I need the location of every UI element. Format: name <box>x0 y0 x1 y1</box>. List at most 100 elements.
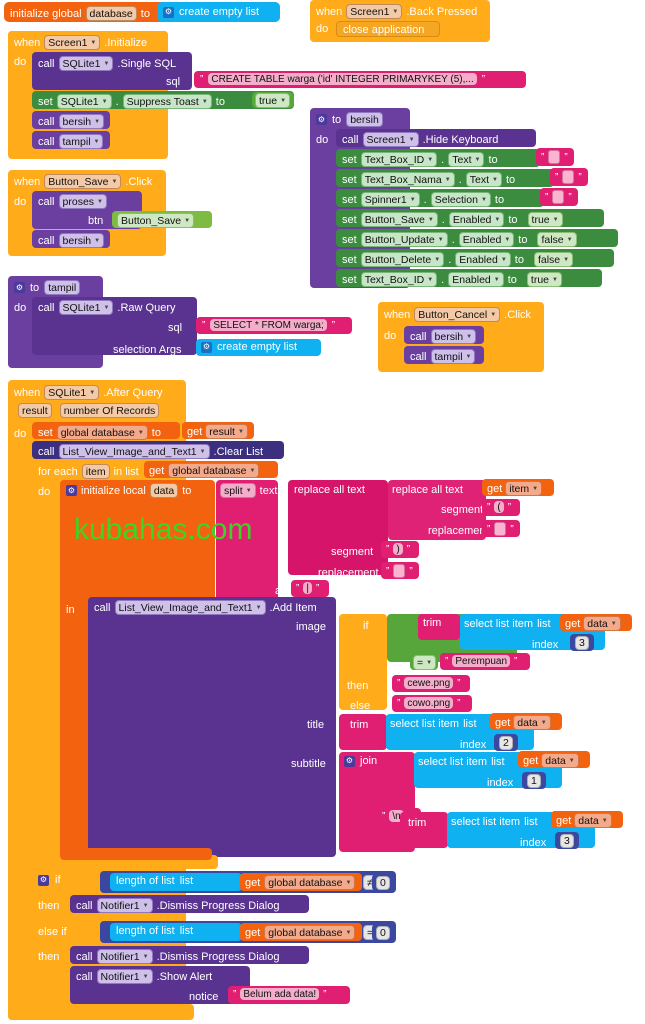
procedure-dropdown-bersih[interactable]: bersih ▼ <box>58 114 105 129</box>
empty-text-field[interactable] <box>548 150 561 164</box>
procedure-name-field[interactable]: bersih <box>346 112 383 127</box>
block-get-global-database-1[interactable]: get global database ▼ <box>144 461 278 478</box>
chevron-down-icon[interactable]: ▼ <box>494 217 500 223</box>
chevron-down-icon[interactable]: ▼ <box>111 179 117 185</box>
block-text-empty-inner[interactable]: ”” <box>482 520 520 537</box>
component-dropdown[interactable]: Text_Box_ID ▼ <box>360 152 438 167</box>
chevron-down-icon[interactable]: ▼ <box>602 818 608 824</box>
mutator-gear-icon[interactable]: ⚙ <box>316 114 327 125</box>
block-get-data-title[interactable]: get data ▼ <box>490 713 562 730</box>
block-text-empty-outer[interactable]: ”” <box>381 562 419 579</box>
blocks-canvas[interactable]: initialize global database to ⚙ create e… <box>0 0 645 1024</box>
segment-text-field[interactable]: ( <box>494 501 504 513</box>
number-value[interactable]: 0 <box>376 876 390 890</box>
property-dropdown[interactable]: Text ▼ <box>448 152 485 167</box>
variable-dropdown-global-database[interactable]: global database ▼ <box>264 925 356 940</box>
block-get-global-database-2[interactable]: get global database ▼ <box>240 873 362 891</box>
chevron-down-icon[interactable]: ▼ <box>445 177 451 183</box>
mutator-gear-icon[interactable]: ⚙ <box>163 6 174 18</box>
chevron-down-icon[interactable]: ▼ <box>409 137 415 143</box>
block-number-2-title[interactable]: 2 <box>494 734 518 751</box>
logic-dropdown-false[interactable]: false ▼ <box>537 232 577 247</box>
block-number-3-sub[interactable]: 3 <box>555 832 579 849</box>
variable-dropdown-global-database[interactable]: global database ▼ <box>168 463 260 478</box>
chevron-down-icon[interactable]: ▼ <box>466 354 472 360</box>
procedure-name-field[interactable]: tampil <box>44 280 81 295</box>
component-dropdown-button-cancel[interactable]: Button_Cancel ▼ <box>414 307 501 322</box>
chevron-down-icon[interactable]: ▼ <box>567 237 573 243</box>
component-dropdown-notifier1[interactable]: Notifier1 ▼ <box>96 949 153 964</box>
block-length-of-list-2[interactable]: length of list list <box>110 923 242 941</box>
chevron-down-icon[interactable]: ▼ <box>504 237 510 243</box>
chevron-down-icon[interactable]: ▼ <box>552 277 558 283</box>
block-number-zero-1[interactable]: 0 <box>372 874 394 891</box>
property-dropdown[interactable]: Enabled ▼ <box>448 212 505 227</box>
param-result[interactable]: result <box>18 403 52 418</box>
component-dropdown-listview[interactable]: List_View_Image_and_Text1 ▼ <box>114 600 266 615</box>
variable-dropdown-item[interactable]: item ▼ <box>505 481 543 496</box>
chevron-down-icon[interactable]: ▼ <box>249 468 255 474</box>
block-get-data-sub2[interactable]: get data ▼ <box>551 811 623 828</box>
chevron-down-icon[interactable]: ▼ <box>143 974 149 980</box>
block-text-select-sql[interactable]: ” SELECT * FROM warga; ” <box>196 317 352 334</box>
chevron-down-icon[interactable]: ▼ <box>103 61 109 67</box>
chevron-down-icon[interactable]: ▼ <box>238 429 244 435</box>
chevron-down-icon[interactable]: ▼ <box>501 257 507 263</box>
component-dropdown-notifier1[interactable]: Notifier1 ▼ <box>96 898 153 913</box>
procedure-dropdown-tampil[interactable]: tampil ▼ <box>430 349 476 364</box>
chevron-down-icon[interactable]: ▼ <box>103 305 109 311</box>
component-dropdown-sqlite1[interactable]: SQLite1 ▼ <box>58 300 114 315</box>
property-dropdown[interactable]: Selection ▼ <box>430 192 491 207</box>
sql-string-value[interactable]: SELECT * FROM warga; <box>210 319 327 331</box>
component-dropdown[interactable]: Button_Delete ▼ <box>360 252 445 267</box>
component-dropdown-screen1[interactable]: Screen1 ▼ <box>346 4 403 19</box>
number-value[interactable]: 2 <box>499 736 513 750</box>
component-dropdown[interactable]: Text_Box_Nama ▼ <box>360 172 455 187</box>
empty-text-field[interactable] <box>562 170 575 184</box>
chevron-down-icon[interactable]: ▼ <box>280 98 286 104</box>
chevron-down-icon[interactable]: ▼ <box>427 157 433 163</box>
number-value[interactable]: 3 <box>575 636 589 650</box>
procedure-dropdown-bersih[interactable]: bersih ▼ <box>58 233 105 248</box>
sql-string-value[interactable]: CREATE TABLE warga ('id' INTEGER PRIMARY… <box>208 73 477 85</box>
variable-dropdown-data[interactable]: data ▼ <box>513 715 551 730</box>
chevron-down-icon[interactable]: ▼ <box>200 449 206 455</box>
block-length-of-list-1[interactable]: length of list list <box>110 873 242 891</box>
block-get-result[interactable]: get result ▼ <box>182 422 254 439</box>
variable-dropdown-data[interactable]: data ▼ <box>541 753 579 768</box>
component-dropdown[interactable]: Spinner1 ▼ <box>360 192 420 207</box>
chevron-down-icon[interactable]: ▼ <box>184 218 190 224</box>
chevron-down-icon[interactable]: ▼ <box>563 257 569 263</box>
delimiter-text-field[interactable]: | <box>303 582 312 594</box>
property-dropdown-suppress-toast[interactable]: Suppress Toast ▼ <box>122 94 212 109</box>
component-dropdown-sqlite1[interactable]: SQLite1 ▼ <box>56 94 112 109</box>
chevron-down-icon[interactable]: ▼ <box>466 334 472 340</box>
block-text-belum-ada-data[interactable]: ” Belum ada data!” <box>228 986 350 1004</box>
chevron-down-icon[interactable]: ▼ <box>392 9 398 15</box>
block-create-empty-list-2[interactable]: ⚙ create empty list <box>196 339 321 356</box>
mutator-gear-icon[interactable]: ⚙ <box>38 874 49 886</box>
mutator-gear-icon[interactable]: ⚙ <box>344 755 355 767</box>
block-get-data-1[interactable]: get data ▼ <box>560 614 632 631</box>
empty-text-field[interactable] <box>552 190 565 204</box>
chevron-down-icon[interactable]: ▼ <box>143 954 149 960</box>
mutator-gear-icon[interactable]: ⚙ <box>66 485 77 496</box>
then-text-value[interactable]: cewe.png <box>404 677 454 689</box>
block-text-cowo-png[interactable]: ” cowo.png” <box>392 695 472 712</box>
chevron-down-icon[interactable]: ▼ <box>569 758 575 764</box>
block-text-open-paren[interactable]: ”(” <box>482 499 520 516</box>
chevron-down-icon[interactable]: ▼ <box>541 720 547 726</box>
chevron-down-icon[interactable]: ▼ <box>202 99 208 105</box>
chevron-down-icon[interactable]: ▼ <box>246 488 252 494</box>
procedure-dropdown-tampil[interactable]: tampil ▼ <box>58 134 104 149</box>
chevron-down-icon[interactable]: ▼ <box>90 40 96 46</box>
chevron-down-icon[interactable]: ▼ <box>494 277 500 283</box>
property-dropdown[interactable]: Enabled ▼ <box>458 232 515 247</box>
component-dropdown-button-save[interactable]: Button_Save ▼ <box>44 174 122 189</box>
mutator-gear-icon[interactable]: ⚙ <box>201 341 212 353</box>
property-dropdown[interactable]: Enabled ▼ <box>448 272 504 287</box>
chevron-down-icon[interactable]: ▼ <box>102 99 108 105</box>
block-number-3-image[interactable]: 3 <box>570 634 594 651</box>
procedure-dropdown-sqlite1[interactable]: SQLite1 ▼ <box>58 56 114 71</box>
compare-text-value[interactable]: Perempuan <box>452 655 511 667</box>
